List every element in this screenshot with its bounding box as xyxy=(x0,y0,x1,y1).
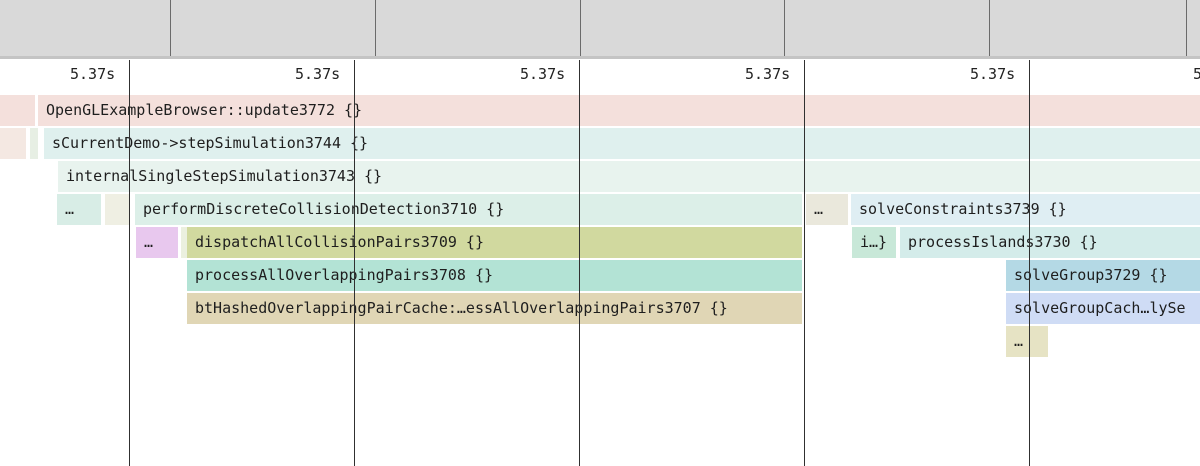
flame-frame[interactable]: solveConstraints3739 {} xyxy=(851,194,1200,225)
cursor-line xyxy=(804,60,805,466)
flame-frame[interactable]: … xyxy=(806,194,848,225)
overview-marker xyxy=(989,0,990,56)
overview-marker xyxy=(375,0,376,56)
flame-frame[interactable]: … xyxy=(1006,326,1048,357)
flame-frame[interactable]: dispatchAllCollisionPairs3709 {} xyxy=(187,227,802,258)
flame-frame[interactable]: solveGroup3729 {} xyxy=(1006,260,1200,291)
time-tick-label: 5.37s xyxy=(745,65,791,83)
flame-frame[interactable]: processAllOverlappingPairs3708 {} xyxy=(187,260,802,291)
flame-frame[interactable]: performDiscreteCollisionDetection3710 {} xyxy=(135,194,802,225)
flame-frame[interactable] xyxy=(0,128,26,159)
flame-frame[interactable]: i…} xyxy=(852,227,896,258)
flame-frame[interactable]: solveGroupCach…lySe xyxy=(1006,293,1200,324)
cursor-line xyxy=(579,60,580,466)
flame-frame[interactable] xyxy=(105,194,129,225)
flame-frame[interactable] xyxy=(0,95,35,126)
time-tick-label: 5 xyxy=(1193,65,1200,83)
overview-marker xyxy=(580,0,581,56)
flame-frame[interactable]: sCurrentDemo->stepSimulation3744 {} xyxy=(44,128,1200,159)
cursor-line xyxy=(1029,60,1030,466)
flame-frame[interactable]: processIslands3730 {} xyxy=(900,227,1200,258)
flame-chart[interactable]: 5.37s 5.37s 5.37s 5.37s 5.37s 5 OpenGLEx… xyxy=(0,59,1200,466)
time-tick-label: 5.37s xyxy=(970,65,1016,83)
flame-frame[interactable]: … xyxy=(57,194,101,225)
overview-marker xyxy=(1186,0,1187,56)
time-tick-label: 5.37s xyxy=(520,65,566,83)
cursor-line xyxy=(354,60,355,466)
cursor-line xyxy=(129,60,130,466)
flame-frame[interactable] xyxy=(30,128,38,159)
flame-frame[interactable]: … xyxy=(136,227,178,258)
timeline-overview[interactable] xyxy=(0,0,1200,59)
flame-frame[interactable]: btHashedOverlappingPairCache:…essAllOver… xyxy=(187,293,802,324)
time-tick-label: 5.37s xyxy=(295,65,341,83)
overview-marker xyxy=(784,0,785,56)
time-tick-label: 5.37s xyxy=(70,65,116,83)
overview-marker xyxy=(170,0,171,56)
flame-frame[interactable]: OpenGLExampleBrowser::update3772 {} xyxy=(38,95,1200,126)
